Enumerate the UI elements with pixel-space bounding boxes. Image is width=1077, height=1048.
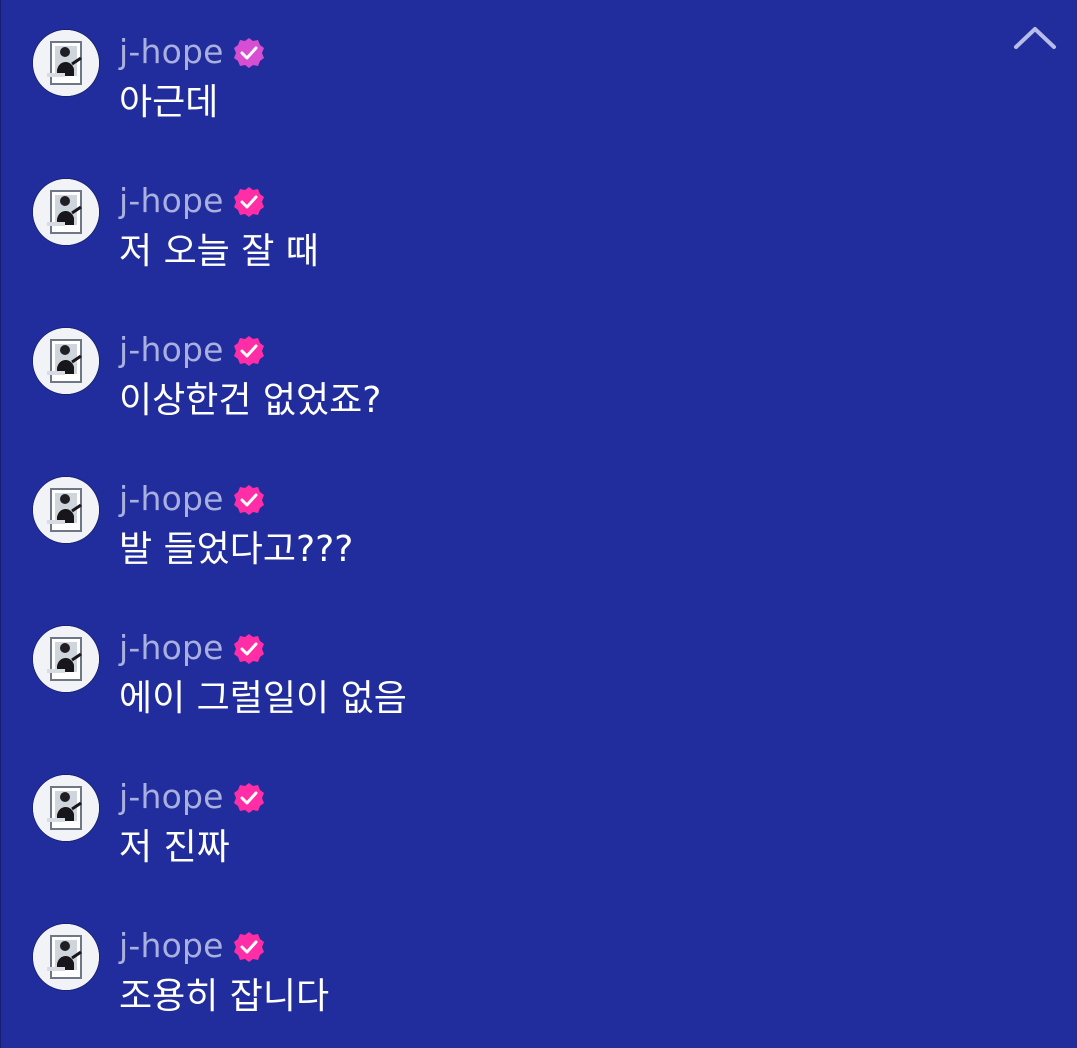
message-text: 이상한건 없었죠? <box>119 380 382 421</box>
chat-message: j-hope 에이 그럴일이 없음 <box>1 596 901 719</box>
username[interactable]: j-hope <box>119 330 224 370</box>
message-text: 조용히 잡니다 <box>119 976 330 1017</box>
chat-message: j-hope 아근데 <box>1 0 901 123</box>
chevron-up-icon <box>1014 27 1056 49</box>
username-row: j-hope <box>119 775 266 819</box>
username[interactable]: j-hope <box>119 181 224 221</box>
verified-badge-icon <box>233 187 264 217</box>
username-row: j-hope <box>119 179 266 223</box>
message-text: 저 오늘 잘 때 <box>119 231 319 272</box>
avatar[interactable] <box>33 328 99 394</box>
username[interactable]: j-hope <box>119 926 224 966</box>
avatar[interactable] <box>33 924 99 990</box>
username[interactable]: j-hope <box>119 628 224 668</box>
avatar[interactable] <box>33 179 99 245</box>
message-text: 에이 그럴일이 없음 <box>119 678 407 719</box>
verified-badge-icon <box>233 485 264 515</box>
username-row: j-hope <box>119 626 266 670</box>
username-row: j-hope <box>119 30 266 74</box>
chat-message: j-hope 발 들었다고??? <box>1 447 901 570</box>
avatar[interactable] <box>33 30 99 96</box>
message-text: 발 들었다고??? <box>119 529 354 570</box>
message-text: 아근데 <box>119 82 219 123</box>
verified-badge-icon <box>233 634 264 664</box>
avatar[interactable] <box>33 626 99 692</box>
collapse-button[interactable] <box>1011 20 1059 60</box>
verified-badge-icon <box>233 38 264 68</box>
message-text: 저 진짜 <box>119 827 230 868</box>
username[interactable]: j-hope <box>119 777 224 817</box>
chat-message: j-hope 이상한건 없었죠? <box>1 298 901 421</box>
avatar[interactable] <box>33 775 99 841</box>
verified-badge-icon <box>233 932 264 962</box>
chat-message: j-hope 조용히 잡니다 <box>1 894 901 1017</box>
verified-badge-icon <box>233 336 264 366</box>
username-row: j-hope <box>119 924 266 968</box>
username-row: j-hope <box>119 328 266 372</box>
username[interactable]: j-hope <box>119 32 224 72</box>
chat-message: j-hope 저 진짜 <box>1 745 901 868</box>
avatar[interactable] <box>33 477 99 543</box>
verified-badge-icon <box>233 783 264 813</box>
username[interactable]: j-hope <box>119 479 224 519</box>
live-chat-panel: j-hope 아근데 j-hope 저 오늘 잘 때 j-hope 이상한건 없… <box>0 0 1077 1048</box>
username-row: j-hope <box>119 477 266 521</box>
chat-message: j-hope 저 오늘 잘 때 <box>1 149 901 272</box>
